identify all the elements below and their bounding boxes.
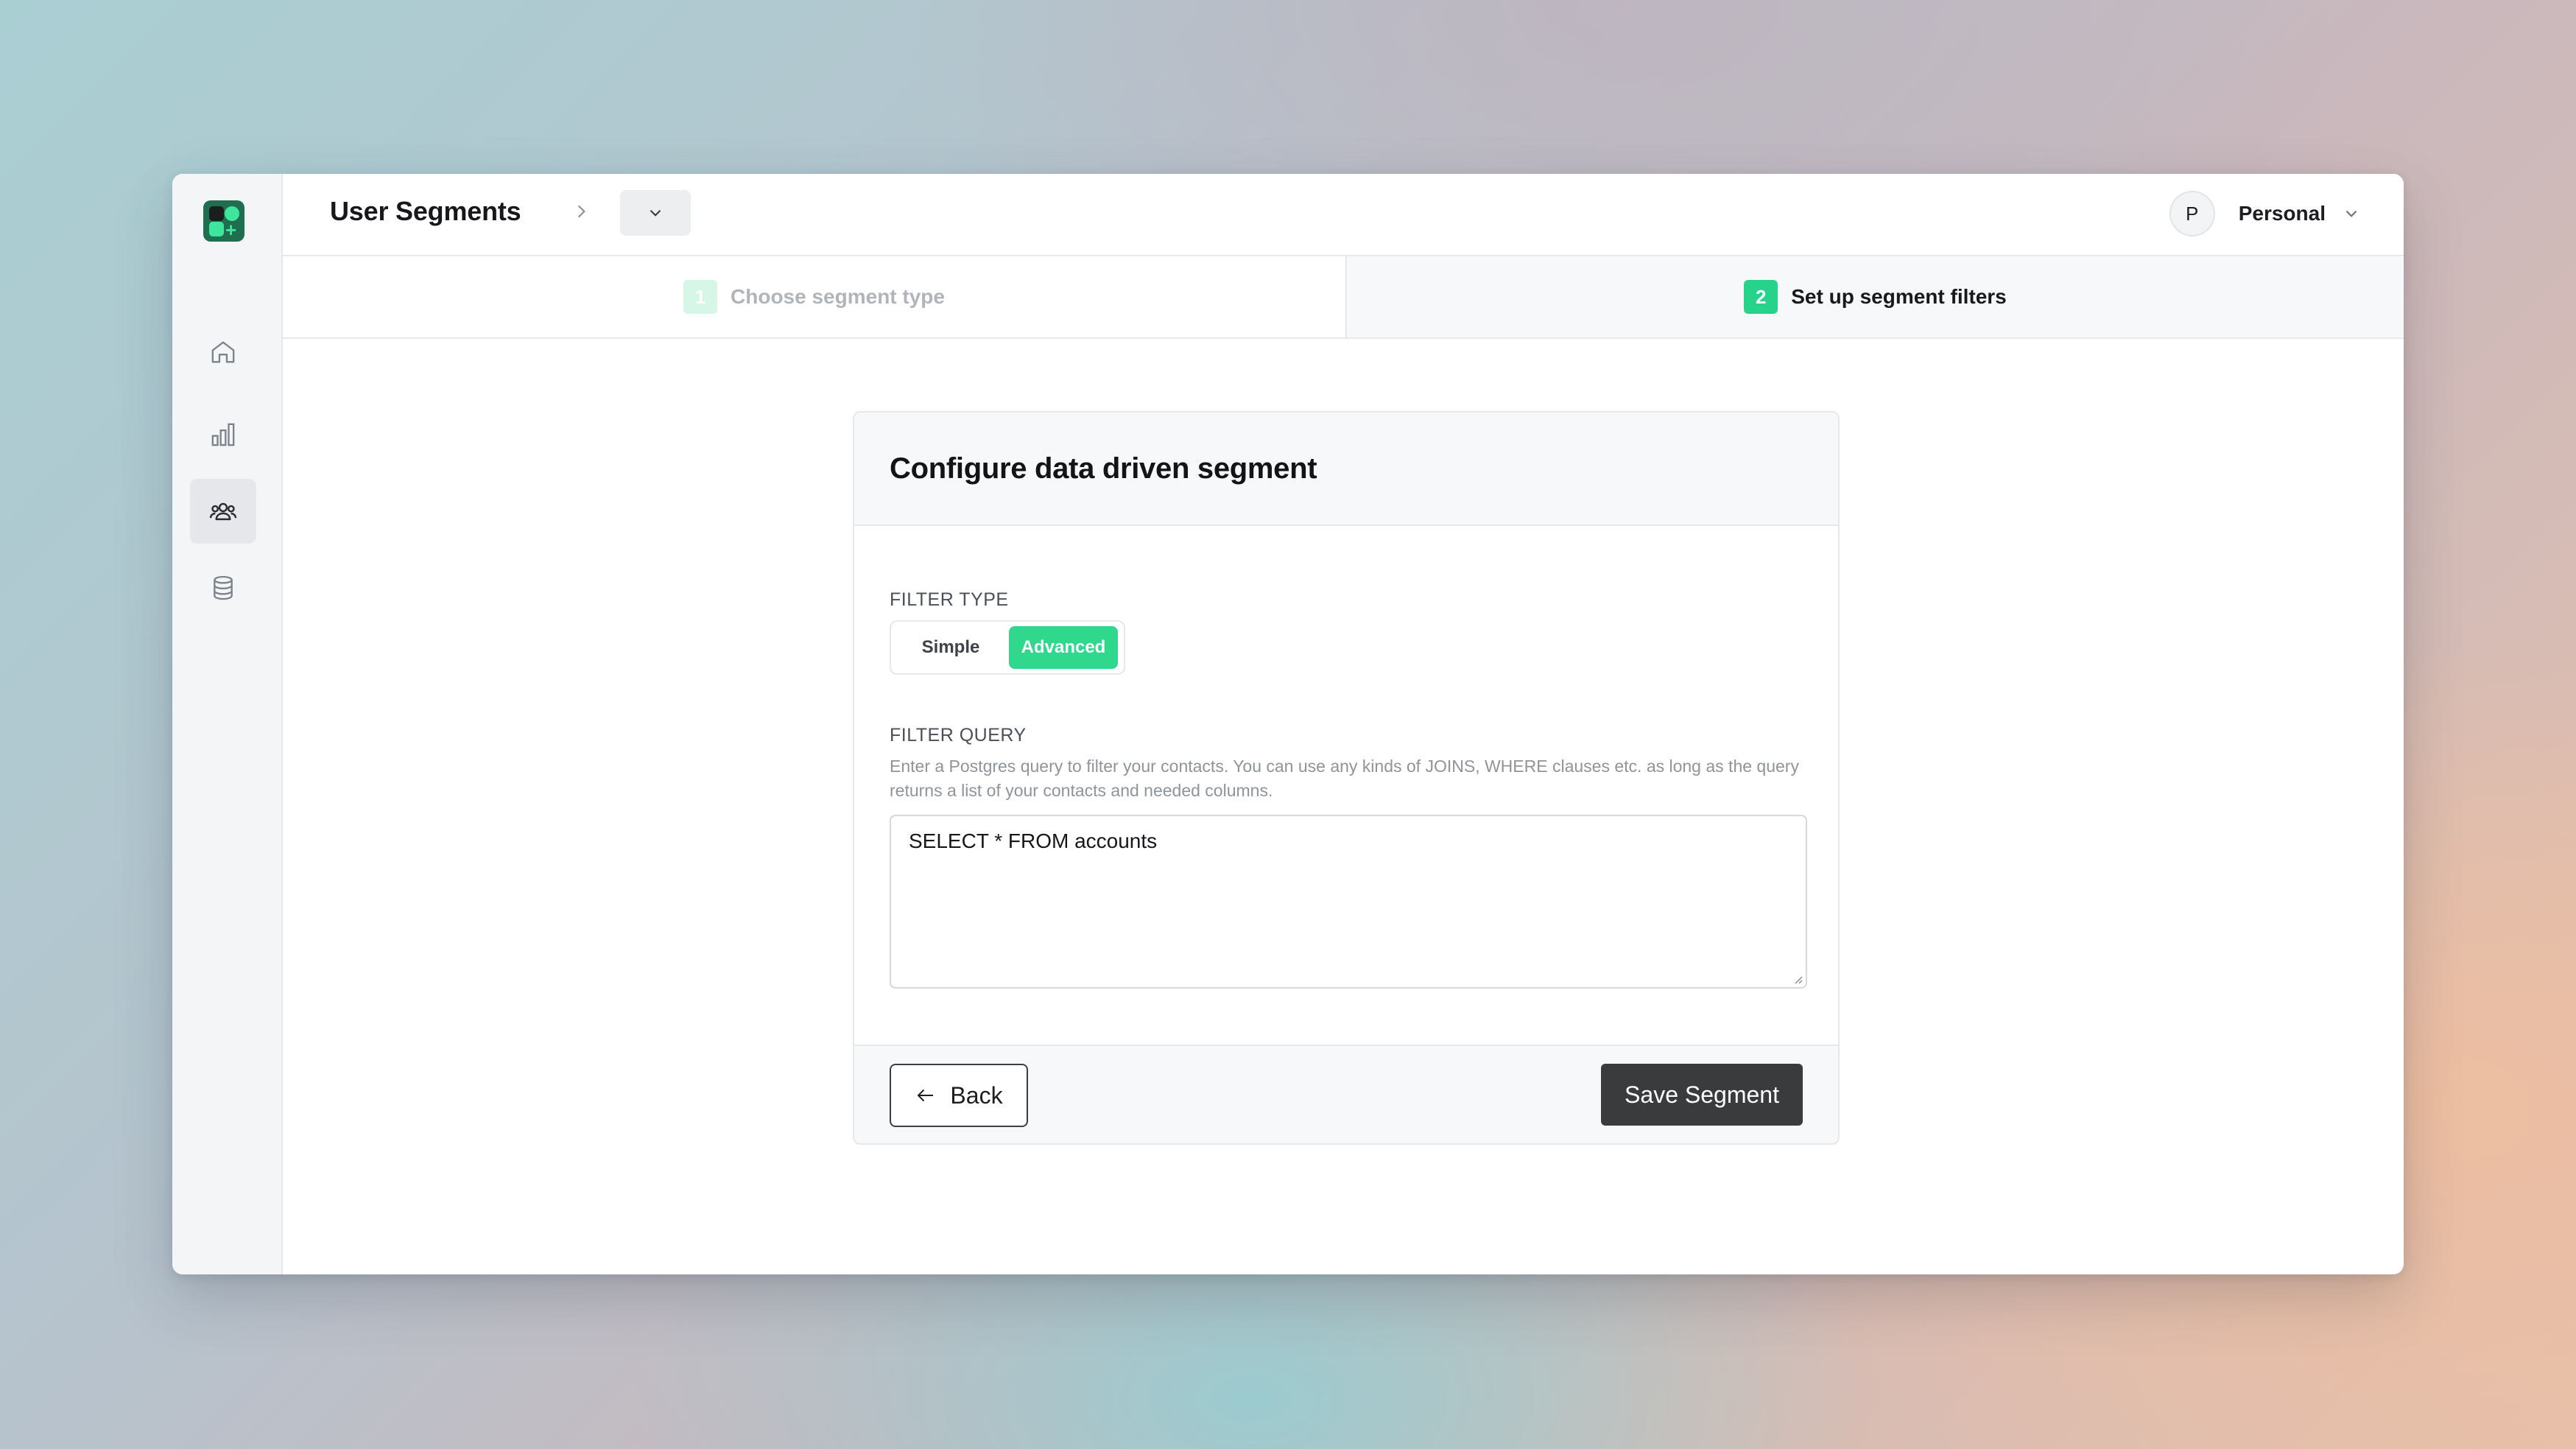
- app-logo[interactable]: +: [203, 200, 244, 242]
- page-title: User Segments: [330, 196, 521, 226]
- step-set-up-filters[interactable]: 2 Set up segment filters: [1347, 256, 2404, 337]
- filter-type-toggle: Simple Advanced: [890, 620, 1125, 675]
- filter-type-label: FILTER TYPE: [890, 589, 1009, 610]
- back-button[interactable]: Back: [890, 1064, 1028, 1127]
- chevron-down-icon: [2346, 210, 2357, 217]
- chevron-right-icon: [577, 205, 585, 218]
- bar-chart-icon: [211, 423, 235, 446]
- step-number: 2: [1744, 280, 1778, 314]
- save-segment-button[interactable]: Save Segment: [1601, 1064, 1803, 1126]
- step-choose-segment-type[interactable]: 1 Choose segment type: [283, 256, 1347, 337]
- sidebar: +: [172, 174, 283, 1274]
- query-text: SELECT * FROM accounts: [909, 829, 1158, 852]
- filter-query-label: FILTER QUERY: [890, 725, 1027, 745]
- filter-type-simple[interactable]: Simple: [897, 626, 1004, 669]
- filter-query-input[interactable]: SELECT * FROM accounts: [890, 815, 1807, 989]
- home-icon: [211, 341, 235, 363]
- users-icon: [209, 502, 237, 521]
- segment-config-card: Configure data driven segment FILTER TYP…: [853, 411, 1840, 1145]
- card-header: Configure data driven segment: [854, 413, 1838, 526]
- wizard-steps: 1 Choose segment type 2 Set up segment f…: [283, 256, 2404, 339]
- avatar: P: [2169, 191, 2215, 236]
- account-name: Personal: [2238, 202, 2326, 225]
- sidebar-item-analytics[interactable]: [190, 402, 256, 467]
- database-icon: [214, 575, 233, 600]
- arrow-left-icon: [918, 1089, 934, 1102]
- back-label: Back: [950, 1081, 1003, 1109]
- step-number: 1: [683, 280, 718, 314]
- card-footer: Back Save Segment: [854, 1045, 1838, 1143]
- top-bar: User Segments P Personal: [283, 174, 2404, 256]
- card-title: Configure data driven segment: [890, 452, 1317, 485]
- step-label: Choose segment type: [731, 285, 945, 308]
- resize-handle-icon[interactable]: [1791, 972, 1803, 984]
- sidebar-item-home[interactable]: [190, 320, 256, 385]
- account-switcher[interactable]: P Personal: [2169, 189, 2361, 239]
- step-label: Set up segment filters: [1791, 285, 2007, 308]
- chevron-down-icon: [650, 209, 661, 217]
- breadcrumb-dropdown[interactable]: [620, 190, 691, 236]
- sidebar-item-segments[interactable]: [190, 479, 256, 544]
- sidebar-item-database[interactable]: [190, 555, 256, 620]
- filter-query-help: Enter a Postgres query to filter your co…: [890, 757, 1799, 800]
- filter-type-advanced[interactable]: Advanced: [1009, 626, 1118, 669]
